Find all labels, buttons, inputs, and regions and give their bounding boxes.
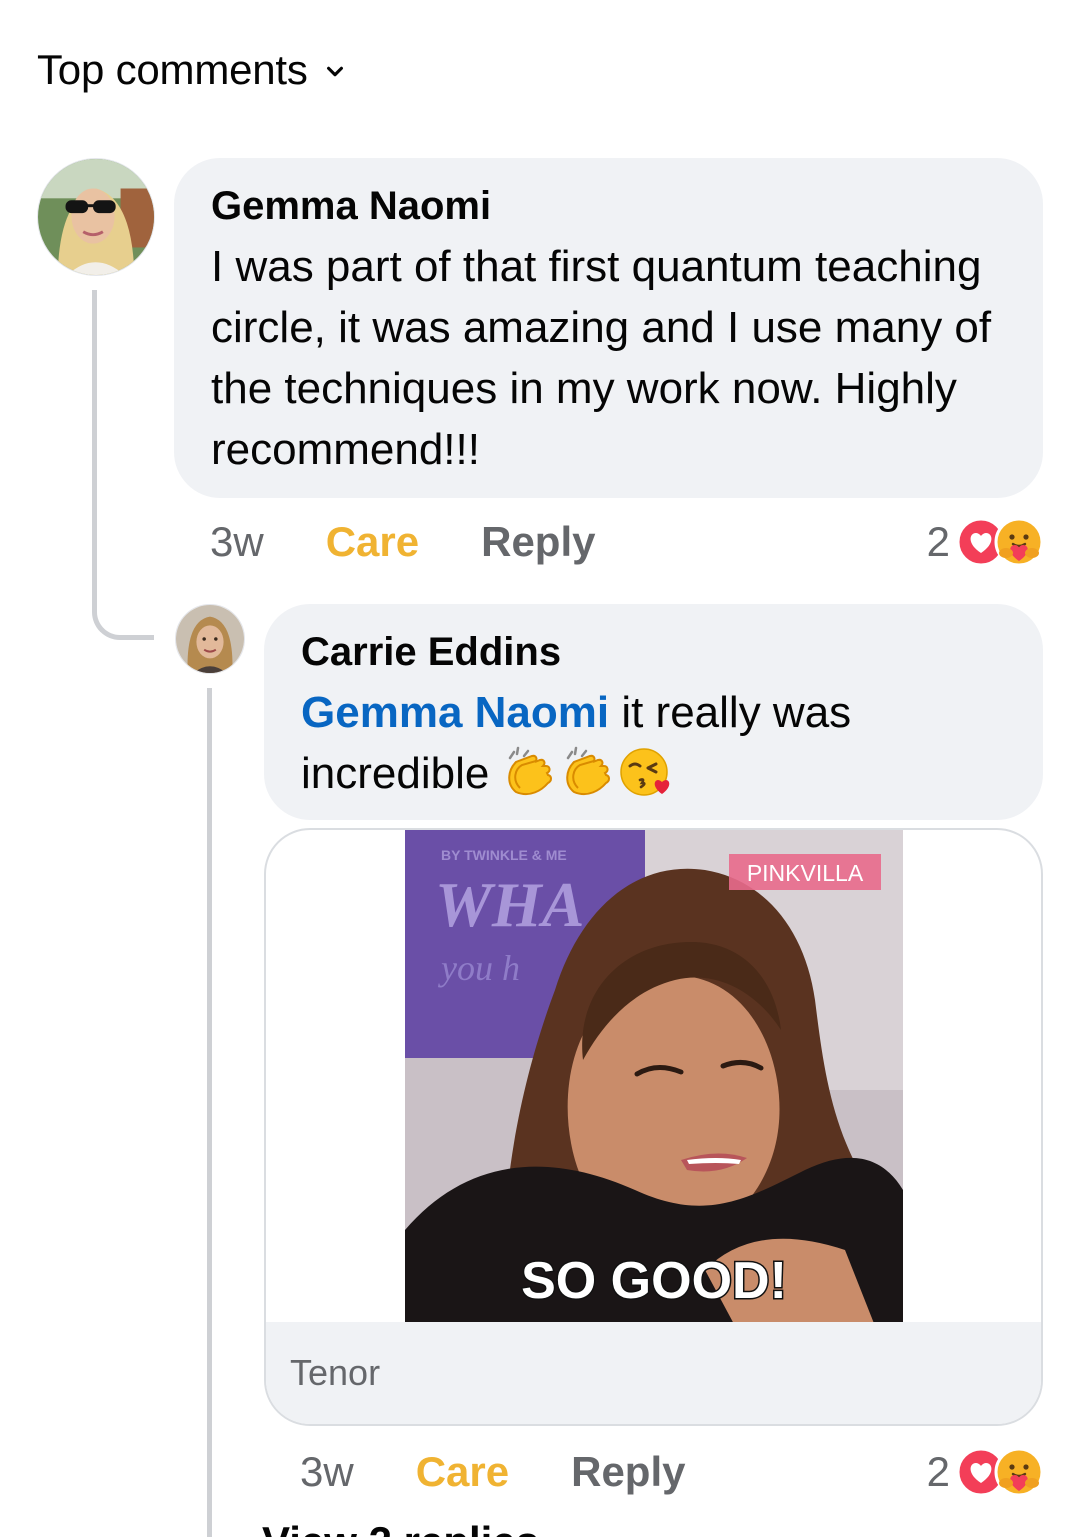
- comment-text-part: it really was: [609, 688, 852, 737]
- sort-label: Top comments: [37, 46, 308, 93]
- clapping-hands-emoji: [560, 744, 616, 800]
- care-reaction-icon: [994, 1447, 1044, 1497]
- view-replies-link[interactable]: View 2 replies: [262, 1518, 539, 1537]
- svg-text:BY TWINKLE & ME: BY TWINKLE & ME: [441, 847, 567, 863]
- comment-text: I was part of that first quantum teachin…: [211, 242, 992, 474]
- comment-text-part: incredible: [301, 749, 502, 798]
- gif-attachment[interactable]: BY TWINKLE & ME WHA you h PINKVILLA SO G…: [264, 828, 1043, 1426]
- comment-text: Gemma Naomi it really was incredible: [301, 682, 1007, 804]
- reaction-summary[interactable]: 2: [927, 514, 1044, 570]
- thread-connector: [207, 688, 212, 1537]
- care-reaction-icon: [994, 517, 1044, 567]
- avatar[interactable]: [37, 158, 155, 276]
- comment-bubble: Gemma Naomi I was part of that first qua…: [174, 158, 1043, 498]
- mention-link[interactable]: Gemma Naomi: [301, 688, 609, 737]
- gif-image[interactable]: BY TWINKLE & ME WHA you h PINKVILLA SO G…: [405, 830, 903, 1326]
- clapping-hands-emoji: [502, 744, 558, 800]
- gif-source[interactable]: Tenor: [290, 1352, 380, 1394]
- reply-bubble: Carrie Eddins Gemma Naomi it really was i…: [264, 604, 1043, 820]
- care-reaction-button[interactable]: Care: [416, 1448, 509, 1496]
- comment-actions: 3w Care Reply: [210, 514, 595, 570]
- gif-watermark: PINKVILLA: [747, 860, 864, 886]
- face-blowing-kiss-emoji: [618, 744, 674, 800]
- reaction-summary[interactable]: 2: [927, 1444, 1044, 1500]
- gif-background-text: WHA: [435, 869, 584, 940]
- reaction-count: 2: [926, 1448, 950, 1495]
- avatar[interactable]: [175, 604, 245, 674]
- comment-author[interactable]: Carrie Eddins: [301, 626, 1007, 678]
- care-reaction-button[interactable]: Care: [326, 518, 419, 566]
- reply-button[interactable]: Reply: [481, 518, 595, 566]
- reaction-count: 2: [926, 518, 950, 565]
- comment-timestamp[interactable]: 3w: [300, 1448, 354, 1496]
- reply-button[interactable]: Reply: [571, 1448, 685, 1496]
- comment-timestamp[interactable]: 3w: [210, 518, 264, 566]
- thread-connector: [92, 290, 154, 640]
- comments-sort-header[interactable]: Top comments: [37, 42, 346, 98]
- comment-actions: 3w Care Reply: [300, 1444, 685, 1500]
- gif-caption: SO GOOD!: [521, 1252, 787, 1310]
- gif-footer: Tenor: [266, 1322, 1041, 1424]
- svg-text:you h: you h: [438, 948, 520, 988]
- comment-author[interactable]: Gemma Naomi: [211, 180, 1007, 232]
- chevron-down-icon: [326, 66, 343, 77]
